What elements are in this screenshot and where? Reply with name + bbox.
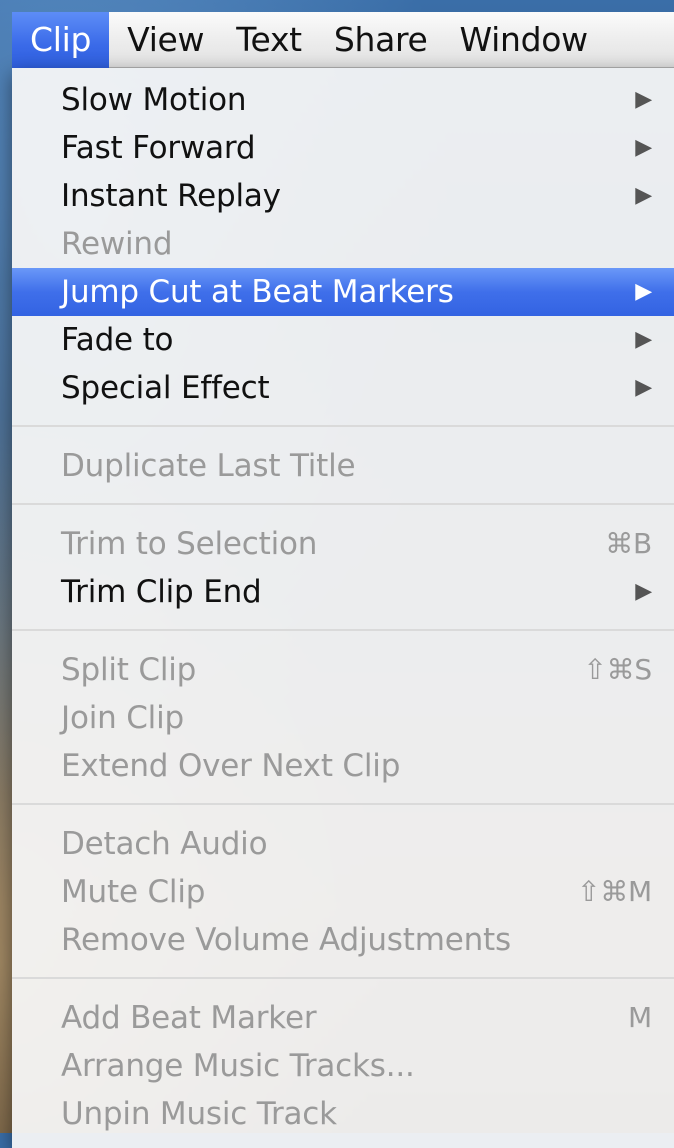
menu-item-label: Split Clip xyxy=(61,652,197,688)
menu-item-detach-audio: Detach Audio xyxy=(12,820,674,868)
menu-item-label: Fast Forward xyxy=(61,130,256,166)
menu-item-rewind: Rewind xyxy=(12,220,674,268)
menu-item-label: Detach Audio xyxy=(61,826,268,862)
keyboard-shortcut: ⌘B xyxy=(605,527,652,560)
menubar-item-text[interactable]: Text xyxy=(218,12,316,68)
submenu-arrow-icon: ▶ xyxy=(635,375,652,400)
menu-item-join-clip: Join Clip xyxy=(12,694,674,742)
menubar-item-clip[interactable]: Clip xyxy=(12,11,110,68)
submenu-arrow-icon: ▶ xyxy=(635,183,652,208)
submenu-arrow-icon: ▶ xyxy=(635,579,652,604)
menu-item-trim-to-selection: Trim to Selection ⌘B xyxy=(12,520,674,568)
menu-item-label: Trim to Selection xyxy=(61,526,318,562)
menu-item-mute-clip: Mute Clip ⇧⌘M xyxy=(12,868,674,916)
menu-bar: Clip View Text Share Window xyxy=(12,11,674,68)
menubar-item-window[interactable]: Window xyxy=(442,12,602,68)
menubar-item-view[interactable]: View xyxy=(109,12,218,68)
menubar-item-share[interactable]: Share xyxy=(316,12,442,68)
menu-item-fast-forward[interactable]: Fast Forward ▶ xyxy=(12,124,674,172)
menu-item-label: Fade to xyxy=(61,322,174,358)
menu-separator xyxy=(12,790,674,820)
submenu-arrow-icon: ▶ xyxy=(635,135,652,160)
menu-separator xyxy=(12,964,674,994)
menu-item-special-effect[interactable]: Special Effect ▶ xyxy=(12,364,674,412)
menu-item-label: Extend Over Next Clip xyxy=(61,748,401,784)
menu-item-label: Add Beat Marker xyxy=(61,1000,317,1036)
keyboard-shortcut: ⇧⌘M xyxy=(576,875,652,908)
submenu-arrow-icon: ▶ xyxy=(635,279,652,304)
menu-item-add-beat-marker: Add Beat Marker M xyxy=(12,994,674,1042)
keyboard-shortcut: ⇧⌘S xyxy=(583,653,652,686)
submenu-arrow-icon: ▶ xyxy=(635,87,652,112)
submenu-arrow-icon: ▶ xyxy=(635,327,652,352)
menu-item-slow-motion[interactable]: Slow Motion ▶ xyxy=(12,76,674,124)
clip-dropdown-menu: Slow Motion ▶ Fast Forward ▶ Instant Replay ▶… xyxy=(12,68,674,1148)
menu-item-label: Instant Replay xyxy=(61,178,281,214)
menu-item-split-clip: Split Clip ⇧⌘S xyxy=(12,646,674,694)
menu-item-label: Unpin Music Track xyxy=(61,1096,337,1132)
menu-item-trim-clip-end[interactable]: Trim Clip End ▶ xyxy=(12,568,674,616)
menu-item-label: Slow Motion xyxy=(61,82,247,118)
menu-separator xyxy=(12,412,674,442)
menu-item-label: Duplicate Last Title xyxy=(61,448,356,484)
menu-item-label: Trim Clip End xyxy=(61,574,262,610)
menu-separator xyxy=(12,490,674,520)
menu-separator xyxy=(12,616,674,646)
menu-item-label: Mute Clip xyxy=(61,874,206,910)
menu-item-remove-volume-adjustments: Remove Volume Adjustments xyxy=(12,916,674,964)
menu-item-extend-over-next-clip: Extend Over Next Clip xyxy=(12,742,674,790)
menu-item-jump-cut-at-beat-markers[interactable]: Jump Cut at Beat Markers ▶ xyxy=(12,268,674,316)
keyboard-shortcut: M xyxy=(628,1001,652,1034)
menu-item-label: Join Clip xyxy=(61,700,184,736)
menu-item-instant-replay[interactable]: Instant Replay ▶ xyxy=(12,172,674,220)
menu-item-label: Special Effect xyxy=(61,370,270,406)
menu-item-fade-to[interactable]: Fade to ▶ xyxy=(12,316,674,364)
menu-item-label: Jump Cut at Beat Markers xyxy=(61,274,454,310)
menu-item-duplicate-last-title: Duplicate Last Title xyxy=(12,442,674,490)
menu-item-unpin-music-track: Unpin Music Track xyxy=(12,1090,674,1138)
menu-item-label: Rewind xyxy=(61,226,173,262)
menu-item-arrange-music-tracks: Arrange Music Tracks... xyxy=(12,1042,674,1090)
menu-item-label: Remove Volume Adjustments xyxy=(61,922,511,958)
menu-item-label: Arrange Music Tracks... xyxy=(61,1048,415,1084)
